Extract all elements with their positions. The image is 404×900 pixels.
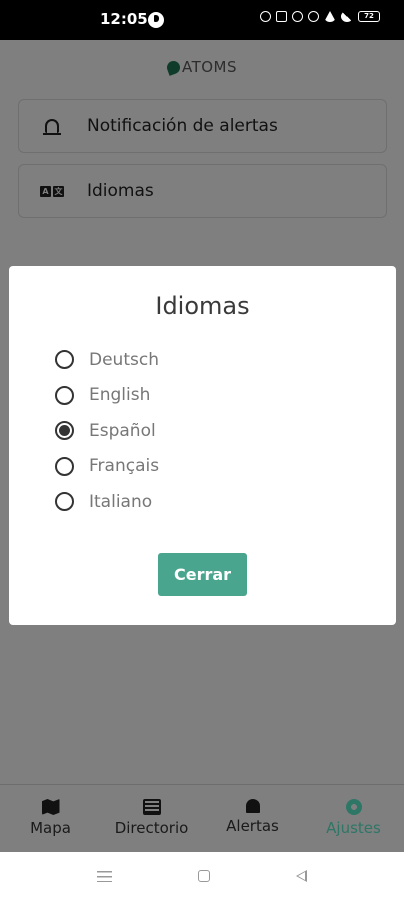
settings-item-alert-notifications[interactable]: Notificación de alertas (18, 99, 387, 153)
option-label: Español (89, 420, 156, 441)
logo-mark-icon (165, 58, 182, 76)
logo-text: ATOMS (181, 58, 238, 76)
settings-item-languages[interactable]: A文 Idiomas (18, 164, 387, 218)
status-bar: 12:05 72 (0, 0, 404, 40)
bell-icon (245, 799, 260, 813)
mute-icon (276, 11, 287, 22)
nav-item-directory[interactable]: Directorio (101, 785, 202, 852)
app-notification-icon (148, 12, 164, 28)
status-time: 12:05 (100, 10, 148, 28)
settings-item-label: Idiomas (87, 181, 154, 201)
nav-label: Ajustes (326, 819, 381, 837)
radio-button[interactable] (55, 456, 74, 476)
bell-icon (41, 115, 63, 137)
radio-button[interactable] (55, 385, 74, 405)
language-option-espanol[interactable]: Español (55, 413, 159, 449)
radio-button-selected[interactable] (55, 421, 74, 441)
radio-button[interactable] (55, 350, 74, 370)
gear-icon (345, 799, 362, 815)
language-option-italiano[interactable]: Italiano (55, 484, 159, 520)
system-nav-bar (0, 852, 404, 900)
map-icon (41, 799, 60, 815)
status-icons: 72 (260, 11, 380, 22)
app-header: ATOMS (0, 58, 404, 78)
signal-icon (341, 11, 353, 22)
app-logo: ATOMS (165, 58, 238, 76)
option-label: English (89, 385, 151, 406)
language-option-deutsch[interactable]: Deutsch (55, 342, 159, 378)
nav-item-alerts[interactable]: Alertas (202, 785, 303, 852)
nav-item-map[interactable]: Mapa (0, 785, 101, 852)
settings-item-label: Notificación de alertas (87, 116, 278, 136)
nav-label: Alertas (226, 817, 279, 835)
option-label: Deutsch (89, 349, 159, 370)
home-icon[interactable] (198, 870, 210, 882)
language-option-english[interactable]: English (55, 378, 159, 414)
close-button[interactable]: Cerrar (158, 553, 247, 596)
language-options: Deutsch English Español Français Italian… (55, 342, 159, 520)
nav-label: Mapa (30, 819, 71, 837)
directory-icon (142, 799, 161, 815)
language-icon: A文 (40, 180, 64, 202)
alarm-icon (260, 11, 271, 22)
location-icon (308, 11, 319, 22)
battery-icon: 72 (358, 11, 380, 22)
back-icon[interactable] (296, 870, 307, 882)
nav-label: Directorio (114, 819, 189, 837)
option-label: Italiano (89, 491, 153, 512)
language-option-francais[interactable]: Français (55, 449, 159, 485)
option-label: Français (89, 456, 160, 477)
radio-button[interactable] (55, 492, 74, 512)
wifi-icon (324, 11, 336, 22)
nav-item-settings[interactable]: Ajustes (303, 785, 404, 852)
dialog-title: Idiomas (155, 292, 250, 320)
bluetooth-icon (292, 11, 303, 22)
language-dialog: Idiomas Deutsch English Español Français… (9, 266, 396, 625)
bottom-nav: Mapa Directorio Alertas Ajustes (0, 784, 404, 852)
recent-apps-icon[interactable] (97, 870, 112, 882)
